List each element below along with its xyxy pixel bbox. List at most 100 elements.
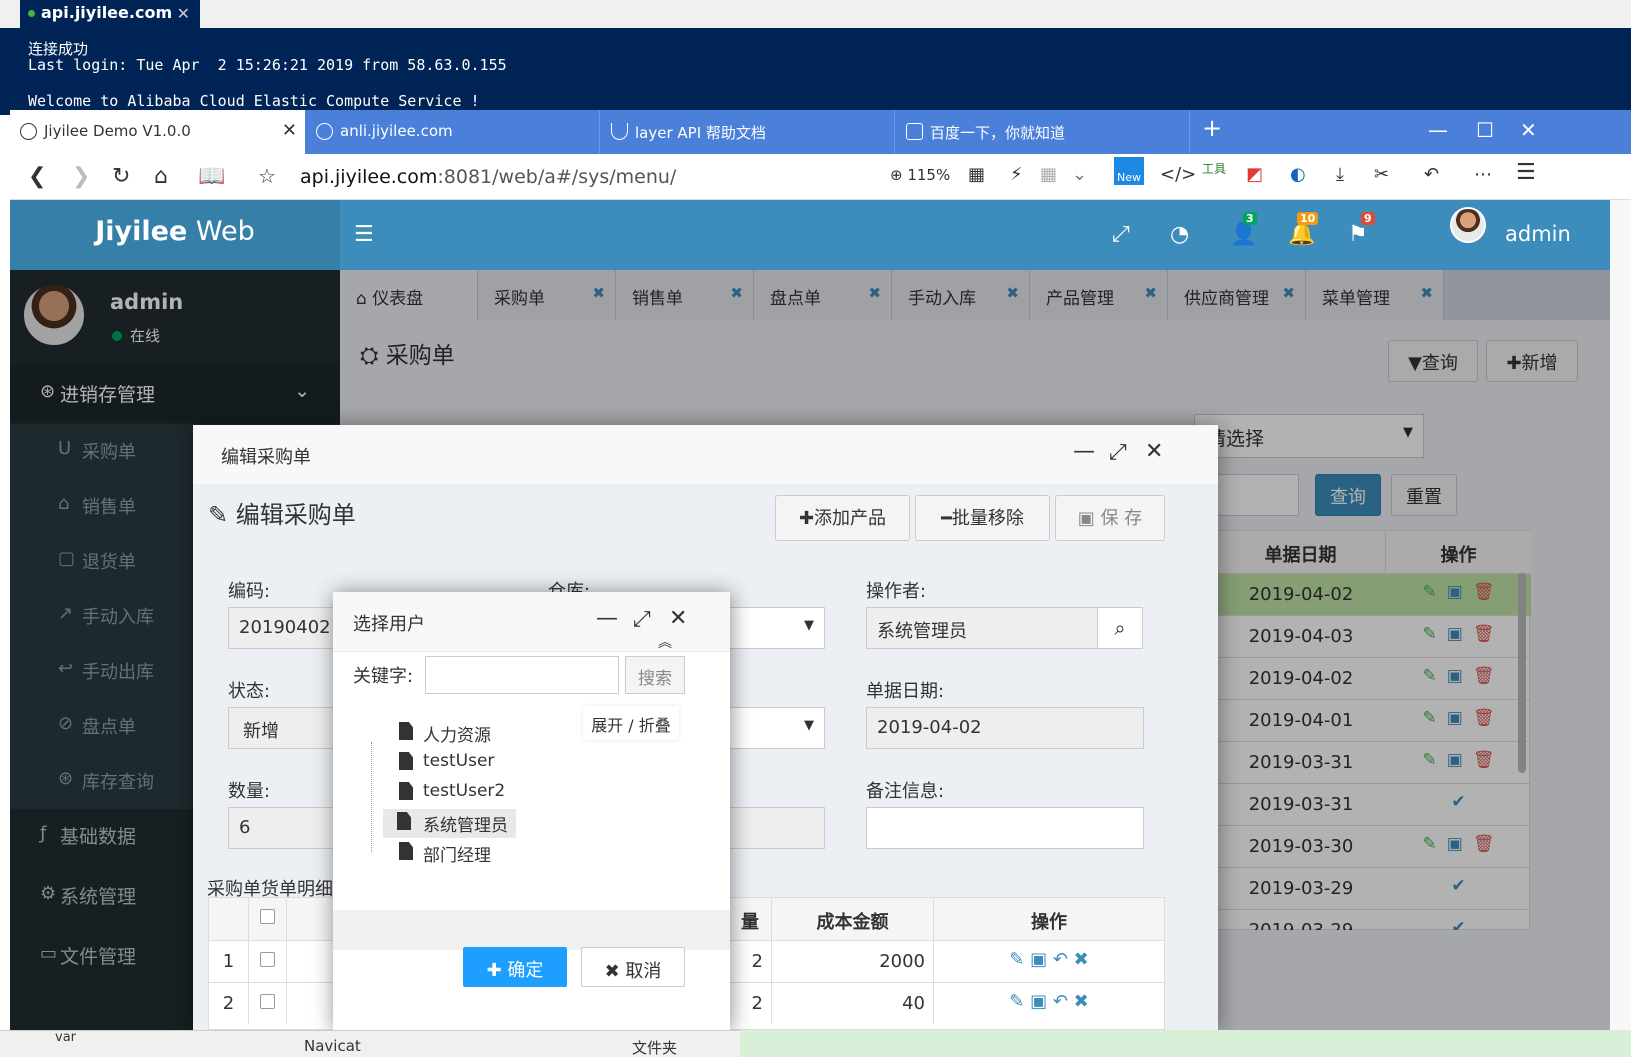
close-icon[interactable]: ✕ [282, 120, 297, 141]
paint-icon[interactable]: ◩ [1246, 164, 1263, 185]
search-button[interactable]: 搜索 [625, 656, 685, 694]
edit-icon[interactable]: ✎ [1009, 991, 1024, 1012]
save-icon[interactable]: ▣ [1030, 949, 1047, 970]
dashboard-icon[interactable]: ◔ [1170, 222, 1189, 247]
grid-icon[interactable]: ▦ [1040, 164, 1057, 185]
baidu-icon [906, 123, 923, 140]
search-icon[interactable]: ⌕ [1097, 607, 1143, 649]
new-tab-button[interactable]: + [1202, 114, 1222, 142]
tree-node[interactable]: 人力资源 [393, 719, 499, 748]
file-icon [397, 812, 411, 830]
url-text[interactable]: api.jiyilee.com:8081/web/a#/sys/menu/ [300, 166, 676, 188]
user-icon[interactable]: 👤 [1230, 222, 1257, 247]
close-icon[interactable]: ✖ [1074, 991, 1089, 1012]
back-button[interactable]: ❮ [28, 164, 46, 189]
fullscreen-icon[interactable]: ⤢ [1112, 222, 1130, 247]
sidebar-toggle-icon[interactable]: ☰ [354, 222, 374, 247]
button-label: 确定 [507, 960, 544, 981]
download-icon[interactable]: ⤓ [1336, 164, 1344, 185]
terminal-tab[interactable]: api.jiyilee.com ✕ [20, 0, 200, 28]
maximize-button[interactable]: ☐ [1476, 118, 1494, 142]
app-header: ☰ ⤢ ◔ 👤 3 🔔 10 ⚑ 9 [340, 200, 1610, 270]
status-select[interactable]: 新增 [228, 707, 338, 749]
table-header[interactable]: 成本金额 [772, 898, 934, 940]
chevron-down-icon[interactable]: ⌄ [1072, 164, 1087, 185]
minimize-icon[interactable]: — [596, 606, 618, 631]
select-all-checkbox[interactable] [260, 909, 275, 924]
row-number: 1 [209, 941, 249, 982]
cancel-button[interactable]: ✖ 取消 [581, 947, 685, 987]
date-input[interactable]: 2019-04-02 [866, 707, 1144, 749]
new-extension-icon[interactable]: New [1114, 157, 1144, 185]
qty-input[interactable]: 6 [228, 807, 338, 849]
minimize-button[interactable]: — [1428, 118, 1448, 142]
file-icon [399, 842, 413, 860]
caret-down-icon: ▼ [804, 718, 814, 733]
navicat-label[interactable]: Navicat [304, 1037, 361, 1055]
row-number: 2 [209, 983, 249, 1024]
flag-icon[interactable]: ⚑ [1348, 222, 1368, 247]
browser-tab[interactable]: layer API 帮助文档 [601, 110, 895, 154]
avatar[interactable] [1450, 207, 1486, 243]
scissors-icon[interactable]: ✂ [1374, 164, 1389, 185]
floppy-icon: ▣ [1077, 508, 1101, 529]
home-button[interactable]: ⌂ [154, 164, 168, 189]
minimize-icon[interactable]: — [1073, 439, 1095, 464]
maximize-icon[interactable]: ⤢ [633, 607, 651, 632]
reader-icon[interactable]: 📖 [198, 164, 225, 189]
save-icon[interactable]: ▣ [1030, 991, 1047, 1012]
close-window-button[interactable]: ✕ [1520, 118, 1537, 142]
devtools-icon[interactable]: 工具 [1202, 160, 1226, 177]
app-logo[interactable]: Jiyilee Web [10, 200, 340, 270]
remark-input[interactable] [866, 807, 1144, 849]
table-header: 操作 [934, 898, 1164, 940]
code-icon[interactable]: </> [1160, 164, 1196, 185]
confirm-button[interactable]: ✚ 确定 [463, 947, 567, 987]
form-heading: ✎ 编辑采购单 [208, 495, 356, 530]
flash-icon[interactable]: ⚡ [1010, 164, 1023, 185]
tree-node-label: 系统管理员 [423, 816, 508, 836]
reload-button[interactable]: ↻ [112, 164, 130, 189]
close-icon[interactable]: ✕ [177, 4, 190, 23]
keyword-input[interactable] [425, 656, 619, 694]
tree-node-selected[interactable]: 系统管理员 [383, 809, 516, 838]
collapse-icon[interactable]: ︽ [658, 632, 672, 652]
connected-dot-icon [28, 10, 35, 17]
tree-node[interactable]: testUser [393, 749, 502, 773]
browser-tab[interactable]: anli.jiyilee.com [306, 110, 600, 154]
operator-input[interactable]: 系统管理员 [866, 607, 1098, 649]
more-icon[interactable]: ⋯ [1474, 164, 1492, 185]
dialog-content-bottom [333, 910, 730, 950]
browser-tab[interactable]: Jiyilee Demo V1.0.0 ✕ [10, 110, 305, 154]
close-icon[interactable]: ✖ [1074, 949, 1089, 970]
add-product-button[interactable]: ✚添加产品 [775, 495, 910, 541]
close-icon[interactable]: ✕ [669, 606, 687, 631]
row-checkbox[interactable] [260, 994, 275, 1009]
menu-icon[interactable]: ☰ [1516, 160, 1536, 185]
code-input[interactable]: 20190402 [228, 607, 338, 649]
row-checkbox[interactable] [260, 952, 275, 967]
close-icon[interactable]: ✕ [1145, 439, 1163, 464]
header-username[interactable]: admin [1505, 222, 1571, 246]
undo-icon[interactable]: ↶ [1424, 164, 1439, 185]
wave-icon[interactable]: ◐ [1290, 164, 1306, 185]
bell-icon[interactable]: 🔔 [1288, 222, 1315, 247]
file-icon [399, 782, 413, 800]
tree-node[interactable]: testUser2 [393, 779, 513, 803]
maximize-icon[interactable]: ⤢ [1109, 440, 1127, 465]
star-icon[interactable]: ☆ [258, 164, 276, 188]
zoom-indicator[interactable]: ⊕ 115% [890, 166, 950, 184]
forward-button[interactable]: ❯ [72, 164, 90, 189]
undo-icon[interactable]: ↶ [1053, 949, 1068, 970]
expand-collapse-button[interactable]: 展开 / 折叠 [583, 706, 679, 740]
browser-tab[interactable]: 百度一下，你就知道 [896, 110, 1190, 154]
row-amount: 40 [772, 983, 934, 1024]
edit-icon[interactable]: ✎ [1009, 949, 1024, 970]
file-icon [399, 752, 413, 770]
batch-remove-button[interactable]: ━批量移除 [915, 495, 1050, 541]
save-button[interactable]: ▣ 保 存 [1055, 495, 1165, 541]
qrcode-icon[interactable]: ▦ [968, 164, 985, 185]
tree-node[interactable]: 部门经理 [393, 839, 499, 868]
date-label: 单据日期: [866, 681, 945, 702]
undo-icon[interactable]: ↶ [1053, 991, 1068, 1012]
